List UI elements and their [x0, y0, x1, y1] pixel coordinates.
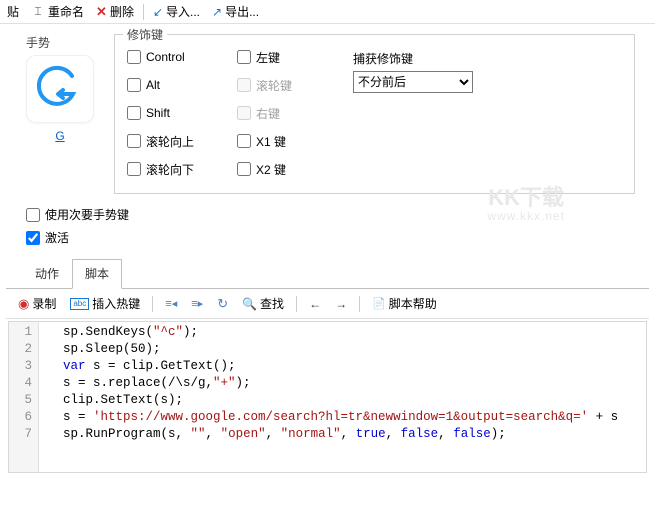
gesture-heading: 手势 — [26, 34, 50, 51]
checkbox-use-secondary[interactable]: 使用次要手势键 — [26, 206, 637, 223]
toolbar-separator — [152, 296, 153, 312]
hotkey-icon: abc — [70, 298, 89, 310]
prev-button[interactable]: ← — [305, 295, 325, 313]
gesture-preview[interactable] — [26, 55, 94, 123]
redo-icon: ↻ — [217, 296, 228, 312]
paste-button[interactable]: 贴 — [4, 1, 22, 22]
find-button[interactable]: 🔍 查找 — [238, 293, 288, 314]
toolbar-separator — [143, 4, 144, 20]
modifiers-legend: 修饰键 — [123, 26, 167, 43]
capture-modifier-select[interactable]: 不分前后 — [353, 71, 473, 93]
code-area[interactable]: sp.SendKeys("^c");sp.Sleep(50);var s = c… — [39, 322, 646, 472]
delete-button[interactable]: ✕ 删除 — [93, 1, 137, 22]
record-button[interactable]: ◉ 录制 — [14, 293, 60, 314]
import-label: 导入... — [166, 3, 200, 20]
arrow-left-icon: ← — [309, 297, 321, 311]
checkbox-x2[interactable]: X2 键 — [237, 161, 347, 178]
import-icon: ↙ — [153, 5, 163, 19]
outdent-icon: ≡◂ — [165, 297, 177, 310]
search-icon: 🔍 — [242, 297, 257, 311]
checkbox-wheel-down[interactable]: 滚轮向下 — [127, 161, 237, 178]
checkbox-right-button: 右键 — [237, 105, 347, 122]
paste-label: 贴 — [7, 3, 19, 20]
export-icon: ↗ — [212, 5, 222, 19]
checkbox-wheel-button: 滚轮键 — [237, 77, 347, 94]
redo-button[interactable]: ↻ — [213, 294, 232, 314]
script-editor[interactable]: 1234567 sp.SendKeys("^c");sp.Sleep(50);v… — [8, 321, 647, 473]
checkbox-shift[interactable]: Shift — [127, 106, 237, 120]
rename-button[interactable]: ⌶ 重命名 — [28, 1, 87, 22]
rename-icon: ⌶ — [31, 4, 45, 19]
import-button[interactable]: ↙ 导入... — [150, 1, 203, 22]
tab-script[interactable]: 脚本 — [72, 259, 122, 289]
insert-hotkey-button[interactable]: abc 插入热键 — [66, 293, 144, 314]
toolbar-separator — [359, 296, 360, 312]
checkbox-wheel-up[interactable]: 滚轮向上 — [127, 133, 237, 150]
modifiers-group: 修饰键 Control 左键 捕获修饰键 不分前后 Alt 滚轮键 Shift … — [114, 34, 635, 194]
help-icon: 📄 — [372, 297, 386, 310]
outdent-button[interactable]: ≡◂ — [161, 295, 181, 312]
arrow-right-icon: → — [335, 297, 347, 311]
indent-button[interactable]: ≡▸ — [187, 295, 207, 312]
checkbox-alt[interactable]: Alt — [127, 78, 237, 92]
line-gutter: 1234567 — [9, 322, 39, 472]
checkbox-control[interactable]: Control — [127, 50, 237, 64]
checkbox-left-button[interactable]: 左键 — [237, 49, 347, 66]
checkbox-x1[interactable]: X1 键 — [237, 133, 347, 150]
indent-icon: ≡▸ — [191, 297, 203, 310]
delete-label: 删除 — [110, 3, 134, 20]
checkbox-activate[interactable]: 激活 — [26, 229, 637, 246]
gesture-link[interactable]: G — [55, 129, 64, 143]
record-icon: ◉ — [18, 296, 29, 312]
next-button[interactable]: → — [331, 295, 351, 313]
rename-label: 重命名 — [48, 3, 84, 20]
export-button[interactable]: ↗ 导出... — [209, 1, 262, 22]
toolbar-separator — [296, 296, 297, 312]
script-help-button[interactable]: 📄 脚本帮助 — [368, 293, 441, 314]
tab-actions[interactable]: 动作 — [22, 259, 72, 289]
export-label: 导出... — [225, 3, 259, 20]
gesture-g-icon — [35, 64, 85, 114]
delete-icon: ✕ — [96, 4, 107, 20]
capture-modifier-label: 捕获修饰键 — [353, 50, 622, 67]
